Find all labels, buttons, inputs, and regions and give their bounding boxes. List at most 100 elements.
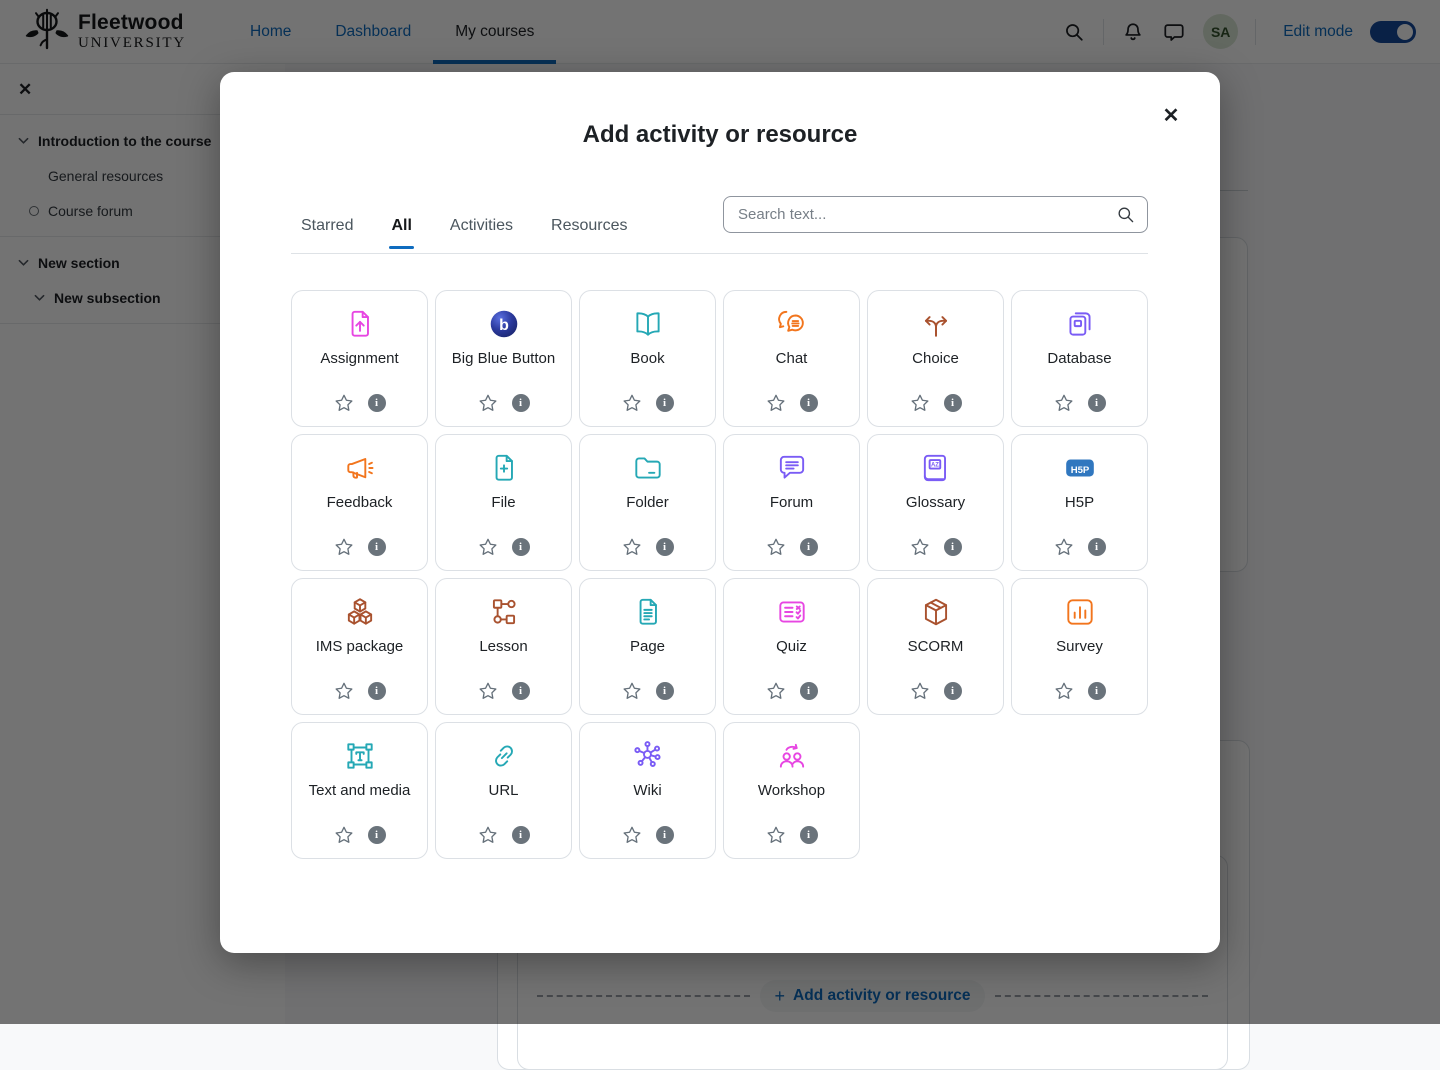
activity-card-feedback[interactable]: Feedback i — [291, 434, 428, 571]
scorm-icon — [919, 594, 953, 630]
info-icon[interactable]: i — [368, 394, 386, 412]
activity-name: Database — [1047, 350, 1111, 367]
activity-card-database[interactable]: Database i — [1011, 290, 1148, 427]
quiz-icon — [775, 594, 809, 630]
ims-icon — [343, 594, 377, 630]
activity-name: SCORM — [908, 638, 964, 655]
star-icon[interactable] — [334, 681, 354, 701]
wiki-icon — [631, 738, 665, 774]
info-icon[interactable]: i — [1088, 394, 1106, 412]
info-icon[interactable]: i — [512, 538, 530, 556]
star-icon[interactable] — [766, 537, 786, 557]
activity-card-quiz[interactable]: Quiz i — [723, 578, 860, 715]
activity-card-assignment[interactable]: Assignment i — [291, 290, 428, 427]
info-icon[interactable]: i — [656, 682, 674, 700]
star-icon[interactable] — [1054, 537, 1074, 557]
star-icon[interactable] — [910, 537, 930, 557]
info-icon[interactable]: i — [1088, 682, 1106, 700]
info-icon[interactable]: i — [944, 682, 962, 700]
assignment-icon — [343, 306, 377, 342]
activity-card-file[interactable]: File i — [435, 434, 572, 571]
activity-name: Feedback — [327, 494, 393, 511]
tab-resources[interactable]: Resources — [549, 203, 629, 249]
star-icon[interactable] — [622, 681, 642, 701]
activity-name: Book — [630, 350, 664, 367]
activity-name: Forum — [770, 494, 813, 511]
star-icon[interactable] — [766, 825, 786, 845]
tab-activities[interactable]: Activities — [448, 203, 515, 249]
h5p-icon: H5P — [1063, 450, 1097, 486]
star-icon[interactable] — [478, 393, 498, 413]
activity-name: Lesson — [479, 638, 527, 655]
info-icon[interactable]: i — [944, 394, 962, 412]
info-icon[interactable]: i — [1088, 538, 1106, 556]
star-icon[interactable] — [334, 825, 354, 845]
tabs-divider — [291, 253, 1148, 254]
glossary-icon: AZ — [919, 450, 953, 486]
star-icon[interactable] — [334, 537, 354, 557]
activity-name: Text and media — [309, 782, 411, 799]
database-icon — [1063, 306, 1097, 342]
star-icon[interactable] — [622, 825, 642, 845]
activity-card-ims-package[interactable]: IMS package i — [291, 578, 428, 715]
info-icon[interactable]: i — [512, 394, 530, 412]
star-icon[interactable] — [766, 681, 786, 701]
info-icon[interactable]: i — [800, 826, 818, 844]
info-icon[interactable]: i — [800, 538, 818, 556]
survey-icon — [1063, 594, 1097, 630]
star-icon[interactable] — [766, 393, 786, 413]
activity-card-folder[interactable]: Folder i — [579, 434, 716, 571]
info-icon[interactable]: i — [368, 682, 386, 700]
activity-card-big-blue-button[interactable]: b Big Blue Button i — [435, 290, 572, 427]
workshop-icon — [775, 738, 809, 774]
activity-name: H5P — [1065, 494, 1094, 511]
search-input[interactable] — [723, 196, 1148, 233]
star-icon[interactable] — [1054, 681, 1074, 701]
folder-icon — [631, 450, 665, 486]
activity-card-book[interactable]: Book i — [579, 290, 716, 427]
activity-card-lesson[interactable]: Lesson i — [435, 578, 572, 715]
info-icon[interactable]: i — [656, 826, 674, 844]
star-icon[interactable] — [1054, 393, 1074, 413]
choice-icon — [919, 306, 953, 342]
tab-all[interactable]: All — [389, 203, 413, 249]
star-icon[interactable] — [478, 825, 498, 845]
activity-card-glossary[interactable]: AZ Glossary i — [867, 434, 1004, 571]
info-icon[interactable]: i — [800, 682, 818, 700]
info-icon[interactable]: i — [656, 538, 674, 556]
activity-name: File — [491, 494, 515, 511]
activity-name: Page — [630, 638, 665, 655]
activity-card-choice[interactable]: Choice i — [867, 290, 1004, 427]
add-activity-modal: ✕ Add activity or resource StarredAllAct… — [220, 72, 1220, 953]
activity-card-wiki[interactable]: Wiki i — [579, 722, 716, 859]
chat-icon — [775, 306, 809, 342]
activity-grid: Assignment i b Big Blue Button — [291, 290, 1148, 859]
info-icon[interactable]: i — [512, 682, 530, 700]
info-icon[interactable]: i — [512, 826, 530, 844]
star-icon[interactable] — [622, 537, 642, 557]
activity-card-scorm[interactable]: SCORM i — [867, 578, 1004, 715]
modal-tabs: Starred All Activities Resources — [299, 203, 630, 249]
star-icon[interactable] — [334, 393, 354, 413]
activity-card-survey[interactable]: Survey i — [1011, 578, 1148, 715]
activity-card-h5p[interactable]: H5P H5P i — [1011, 434, 1148, 571]
star-icon[interactable] — [478, 537, 498, 557]
tab-starred[interactable]: Starred — [299, 203, 355, 249]
star-icon[interactable] — [910, 681, 930, 701]
star-icon[interactable] — [910, 393, 930, 413]
activity-card-forum[interactable]: Forum i — [723, 434, 860, 571]
star-icon[interactable] — [478, 681, 498, 701]
info-icon[interactable]: i — [368, 538, 386, 556]
activity-card-chat[interactable]: Chat i — [723, 290, 860, 427]
info-icon[interactable]: i — [800, 394, 818, 412]
activity-card-workshop[interactable]: Workshop i — [723, 722, 860, 859]
activity-name: Workshop — [758, 782, 825, 799]
activity-card-url[interactable]: URL i — [435, 722, 572, 859]
info-icon[interactable]: i — [944, 538, 962, 556]
star-icon[interactable] — [622, 393, 642, 413]
info-icon[interactable]: i — [656, 394, 674, 412]
activity-card-text-and-media[interactable]: Text and media i — [291, 722, 428, 859]
activity-card-page[interactable]: Page i — [579, 578, 716, 715]
info-icon[interactable]: i — [368, 826, 386, 844]
activity-name: Chat — [776, 350, 808, 367]
